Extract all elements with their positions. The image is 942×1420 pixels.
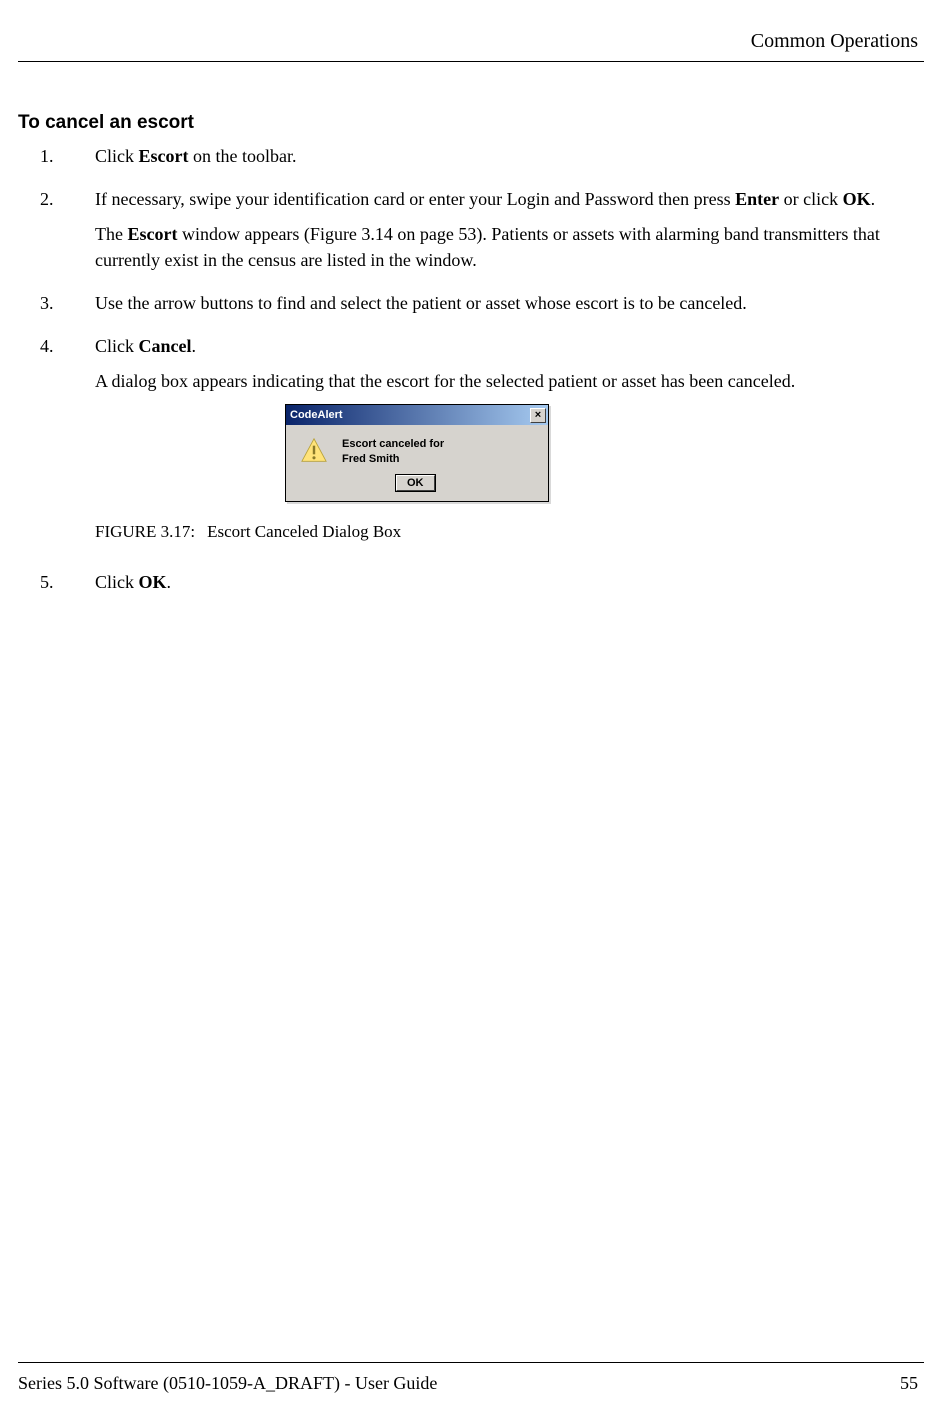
- step-text-bold: Escort: [127, 224, 177, 244]
- step-number: 1.: [18, 144, 85, 179]
- dialog-titlebar: CodeAlert ×: [286, 405, 548, 425]
- step-body: Click OK.: [85, 570, 924, 605]
- step-text: If necessary, swipe your identification …: [95, 189, 735, 209]
- step-text: Use the arrow buttons to find and select…: [95, 293, 747, 313]
- figure-caption: FIGURE 3.17: Escort Canceled Dialog Box: [95, 520, 924, 544]
- section-heading: To cancel an escort: [18, 112, 924, 134]
- step-number: 2.: [18, 187, 85, 283]
- step-text-bold: OK: [843, 189, 871, 209]
- dialog-message-line: Fred Smith: [342, 452, 444, 467]
- dialog-button-row: OK: [286, 473, 548, 501]
- step-item: 5. Click OK.: [18, 570, 924, 605]
- step-number: 5.: [18, 570, 85, 605]
- step-item: 4. Click Cancel. A dialog box appears in…: [18, 334, 924, 562]
- step-text: Click: [95, 146, 139, 166]
- step-text-bold: OK: [139, 572, 167, 592]
- footer-left: Series 5.0 Software (0510-1059-A_DRAFT) …: [18, 1373, 437, 1394]
- footer-rule: [18, 1362, 924, 1363]
- step-body: Click Escort on the toolbar.: [85, 144, 924, 179]
- step-item: 3. Use the arrow buttons to find and sel…: [18, 291, 924, 326]
- figure: CodeAlert × Escort canceled: [95, 404, 924, 544]
- step-text: A dialog box appears indicating that the…: [95, 371, 795, 391]
- dialog-message: Escort canceled for Fred Smith: [342, 437, 444, 467]
- step-item: 1. Click Escort on the toolbar.: [18, 144, 924, 179]
- ok-button[interactable]: OK: [396, 475, 435, 491]
- step-text: Click: [95, 336, 139, 356]
- page-number: 55: [900, 1373, 918, 1394]
- step-number: 4.: [18, 334, 85, 562]
- footer-area: Series 5.0 Software (0510-1059-A_DRAFT) …: [18, 1362, 924, 1400]
- step-number: 3.: [18, 291, 85, 326]
- step-text-bold: Enter: [735, 189, 779, 209]
- step-text: window appears (Figure 3.14 on page 53).…: [95, 224, 880, 269]
- step-body: If necessary, swipe your identification …: [85, 187, 924, 283]
- step-text: .: [167, 572, 172, 592]
- figure-label: FIGURE 3.17:: [95, 522, 195, 541]
- figure-caption-text: Escort Canceled Dialog Box: [207, 522, 401, 541]
- step-item: 2. If necessary, swipe your identificati…: [18, 187, 924, 283]
- step-text: on the toolbar.: [188, 146, 296, 166]
- dialog-message-line: Escort canceled for: [342, 437, 444, 452]
- dialog-body: Escort canceled for Fred Smith: [286, 425, 548, 473]
- step-text: or click: [779, 189, 842, 209]
- steps-list: 1. Click Escort on the toolbar. 2. If ne…: [18, 144, 924, 605]
- dialog-title: CodeAlert: [290, 408, 343, 423]
- step-body: Use the arrow buttons to find and select…: [85, 291, 924, 326]
- step-body: Click Cancel. A dialog box appears indic…: [85, 334, 924, 562]
- page-header-section: Common Operations: [18, 30, 924, 61]
- step-text: Click: [95, 572, 139, 592]
- header-rule: [18, 61, 924, 62]
- step-text-bold: Cancel: [139, 336, 192, 356]
- codealert-dialog: CodeAlert × Escort canceled: [285, 404, 549, 502]
- warning-icon: [300, 437, 328, 463]
- close-icon[interactable]: ×: [530, 408, 546, 423]
- step-text: .: [871, 189, 876, 209]
- step-text: The: [95, 224, 127, 244]
- step-text: .: [192, 336, 197, 356]
- step-text-bold: Escort: [139, 146, 189, 166]
